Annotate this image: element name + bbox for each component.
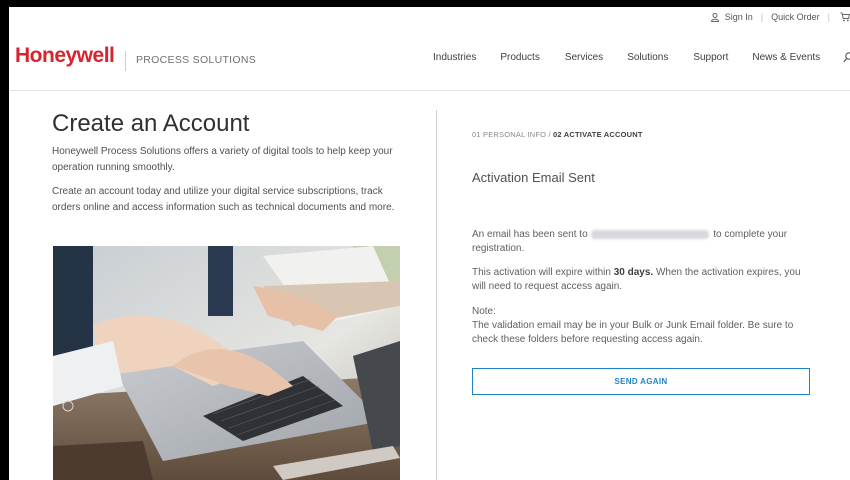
site-header: Honeywell PROCESS SOLUTIONS Industries P… — [9, 30, 850, 91]
nav-item-products[interactable]: Products — [500, 52, 539, 63]
honeywell-logo[interactable]: Honeywell — [15, 44, 115, 68]
cart-icon[interactable] — [840, 12, 850, 22]
nav-item-industries[interactable]: Industries — [433, 52, 476, 63]
expiry-message: This activation will expire within 30 da… — [472, 266, 817, 294]
window-frame-left — [0, 0, 9, 480]
main-nav: Industries Products Services Solutions S… — [433, 52, 820, 63]
note-label: Note: — [472, 306, 496, 317]
step-activate-account: 02 ACTIVATE ACCOUNT — [553, 130, 643, 139]
utility-separator: | — [827, 12, 830, 22]
intro-paragraph-2: Create an account today and utilize your… — [52, 186, 395, 213]
note-text: The validation email may be in your Bulk… — [472, 320, 794, 345]
email-sent-text: An email has been sent to — [472, 229, 591, 240]
intro-column: Create an Account Honeywell Process Solu… — [52, 110, 402, 216]
redacted-email — [591, 229, 710, 239]
intro-paragraph: Honeywell Process Solutions offers a var… — [52, 146, 393, 173]
nav-item-services[interactable]: Services — [565, 52, 603, 63]
nav-item-solutions[interactable]: Solutions — [627, 52, 668, 63]
window-frame-top — [0, 0, 850, 7]
utility-bar: Sign In | Quick Order | — [710, 10, 850, 24]
sign-in-link[interactable]: Sign In — [710, 12, 753, 22]
send-again-button[interactable]: SEND AGAIN — [472, 368, 810, 395]
utility-separator: | — [760, 12, 764, 22]
logo-divider — [125, 51, 126, 71]
hero-image-laptop — [53, 246, 400, 480]
activation-heading: Activation Email Sent — [472, 170, 595, 185]
expiry-text: This activation will expire within — [472, 267, 614, 278]
tagline: PROCESS SOLUTIONS — [136, 54, 257, 66]
step-personal-info: 01 PERSONAL INFO / — [472, 130, 554, 139]
nav-item-news-events[interactable]: News & Events — [752, 52, 820, 63]
search-icon[interactable] — [843, 52, 850, 63]
expiry-days: 30 days. — [613, 267, 654, 278]
breadcrumb: 01 PERSONAL INFO / 02 ACTIVATE ACCOUNT — [472, 130, 643, 139]
email-sent-message: An email has been sent to to complete yo… — [472, 228, 817, 256]
nav-item-support[interactable]: Support — [693, 52, 728, 63]
sign-in-label: Sign In — [724, 12, 753, 22]
column-divider — [436, 110, 437, 480]
quick-order-link[interactable]: Quick Order — [771, 12, 820, 22]
page-title: Create an Account — [52, 110, 250, 137]
user-icon — [710, 12, 719, 22]
